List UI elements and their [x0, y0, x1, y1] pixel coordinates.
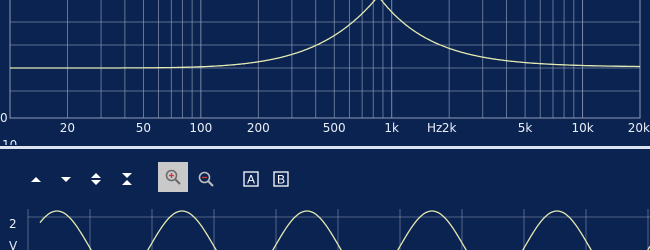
- panel-divider[interactable]: [0, 146, 650, 149]
- collapse-vertical-button[interactable]: [113, 165, 141, 193]
- toolbar: A B: [0, 162, 650, 205]
- scroll-down-button[interactable]: [52, 165, 80, 193]
- x-tick-label: 20: [60, 121, 75, 135]
- collapse-vertical-icon: [122, 173, 132, 185]
- scroll-up-button[interactable]: [22, 165, 50, 193]
- plot-frame: [9, 0, 641, 119]
- arrow-up-icon: [31, 177, 41, 182]
- x-tick-label: 2k: [442, 121, 457, 135]
- y-tick-label-partial: 0: [0, 111, 8, 125]
- zoom-in-button[interactable]: [158, 162, 188, 192]
- channel-b-button[interactable]: B: [267, 165, 295, 193]
- frequency-response-plot[interactable]: 1020501002005001k2k5k10k20k Hz 0 00: [0, 0, 650, 145]
- waveform-y-tick-label: 2: [9, 217, 17, 231]
- x-unit-label: Hz: [427, 121, 442, 135]
- x-tick-label: 10k: [571, 121, 593, 135]
- analyzer-window: 1020501002005001k2k5k10k20k Hz 0 00: [0, 0, 650, 250]
- arrow-down-icon: [61, 177, 71, 182]
- channel-a-button[interactable]: A: [237, 165, 265, 193]
- waveform-plot[interactable]: 2 V: [0, 205, 650, 250]
- x-tick-label: 10: [2, 138, 17, 145]
- channel-b-icon: B: [273, 171, 289, 187]
- x-tick-label: 200: [247, 121, 270, 135]
- frequency-response-curve: [10, 0, 640, 69]
- x-tick-label: 100: [189, 121, 212, 135]
- waveform-panel[interactable]: 2 V: [0, 205, 650, 250]
- expand-vertical-button[interactable]: [82, 165, 110, 193]
- channel-a-icon: A: [243, 171, 259, 187]
- x-tick-label: 500: [323, 121, 346, 135]
- svg-text:A: A: [247, 173, 255, 187]
- x-tick-label: 20k: [628, 121, 650, 135]
- zoom-out-icon: [198, 171, 214, 187]
- expand-vertical-icon: [91, 173, 101, 185]
- svg-text:B: B: [277, 173, 285, 187]
- zoom-out-button[interactable]: [192, 165, 220, 193]
- frequency-response-panel[interactable]: 1020501002005001k2k5k10k20k Hz 0 00: [0, 0, 650, 145]
- x-tick-label: 50: [136, 121, 151, 135]
- zoom-in-icon: [165, 169, 181, 185]
- waveform-y-unit-label: V: [9, 239, 18, 250]
- x-tick-label: 5k: [518, 121, 533, 135]
- x-tick-label: 1k: [384, 121, 399, 135]
